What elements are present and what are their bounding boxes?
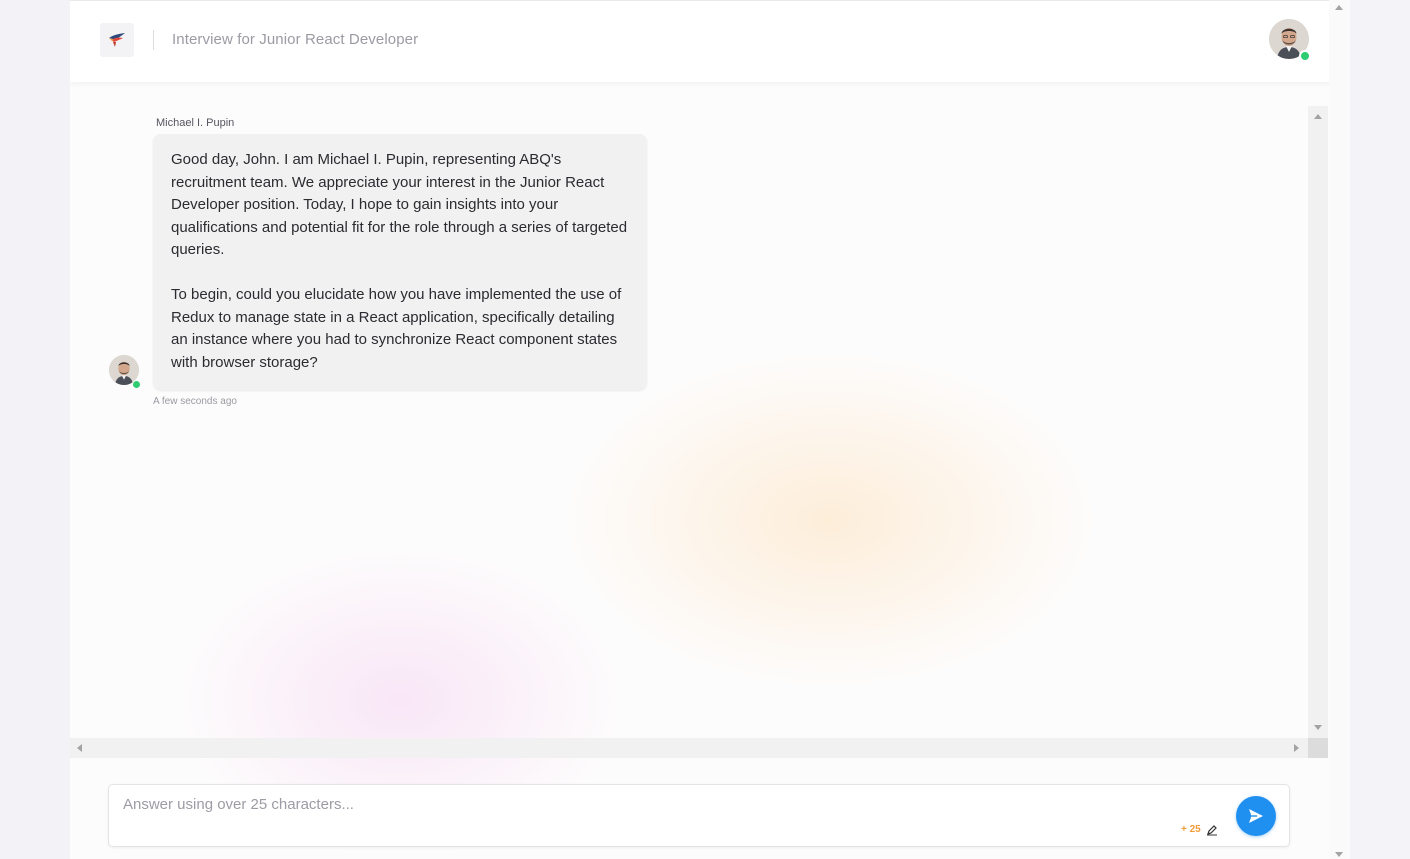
scrollbar-corner	[1308, 738, 1328, 758]
answer-input[interactable]	[109, 785, 1209, 846]
bird-logo-icon[interactable]	[100, 23, 134, 57]
page-title: Interview for Junior React Developer	[172, 31, 419, 48]
page-scroll-down-arrow-icon[interactable]	[1335, 852, 1343, 857]
scroll-up-arrow-icon[interactable]	[1314, 114, 1322, 119]
sender-online-indicator	[132, 380, 141, 389]
chat-vertical-scrollbar[interactable]	[1308, 106, 1328, 738]
scroll-down-arrow-icon[interactable]	[1314, 725, 1322, 730]
interview-app: Interview for Junior React Developer Mic…	[70, 0, 1350, 859]
page-scroll-up-arrow-icon[interactable]	[1335, 5, 1343, 10]
message-timestamp: A few seconds ago	[153, 396, 237, 407]
message-bubble: Good day, John. I am Michael I. Pupin, r…	[153, 134, 647, 390]
page-vertical-scrollbar[interactable]	[1329, 0, 1350, 859]
chat-message-list[interactable]: Michael I. Pupin Good day, John. I am Mi…	[70, 106, 1308, 738]
online-status-indicator	[1299, 50, 1311, 62]
scroll-left-arrow-icon[interactable]	[77, 744, 82, 752]
chat-horizontal-scrollbar[interactable]	[70, 738, 1308, 758]
send-icon	[1249, 809, 1263, 823]
answer-composer: + 25	[108, 784, 1290, 847]
pen-icon	[1207, 825, 1217, 836]
header-bar: Interview for Junior React Developer	[70, 0, 1350, 82]
scroll-right-arrow-icon[interactable]	[1294, 744, 1299, 752]
send-button[interactable]	[1236, 796, 1276, 836]
header-divider	[153, 30, 154, 50]
char-count-badge: + 25	[1181, 824, 1201, 835]
message-sender-name: Michael I. Pupin	[156, 117, 235, 129]
